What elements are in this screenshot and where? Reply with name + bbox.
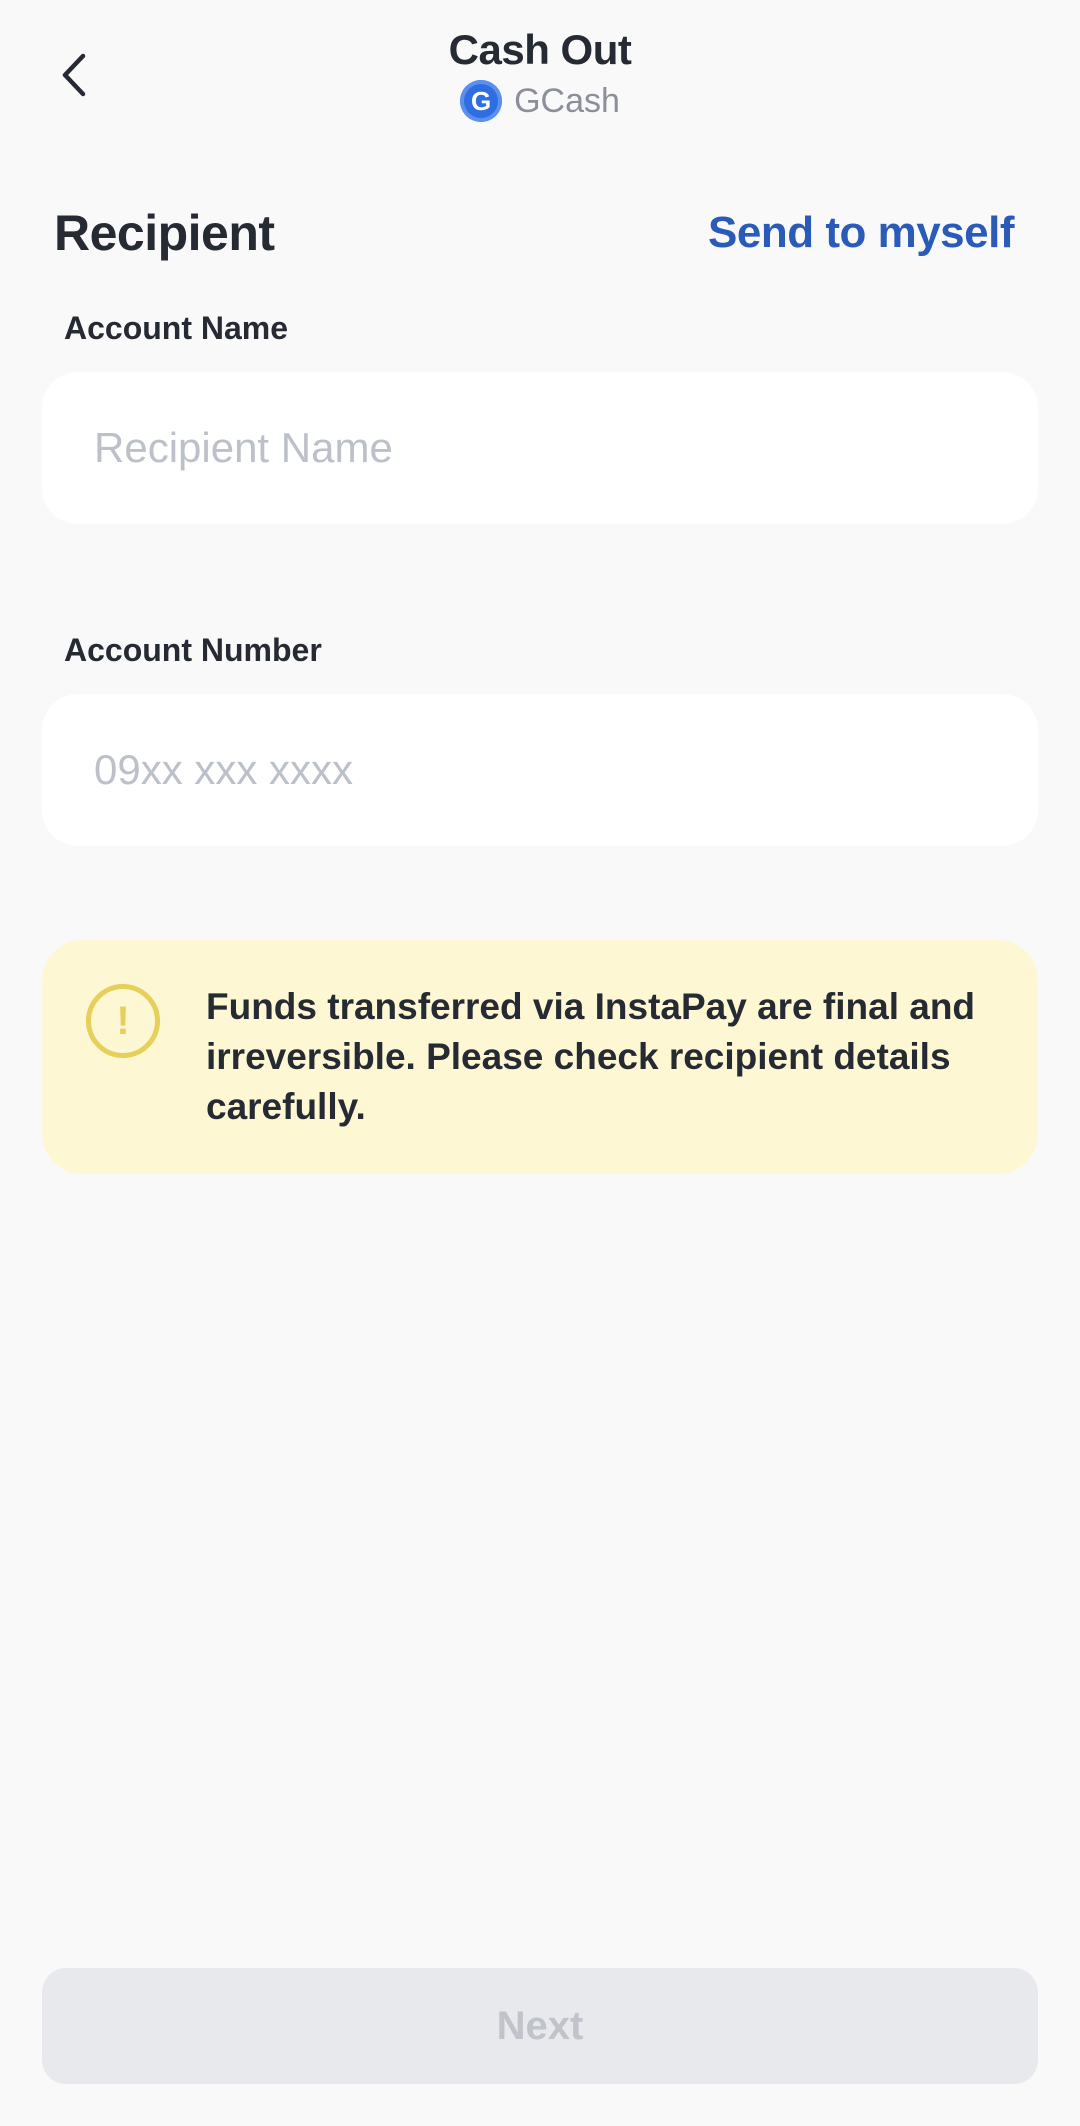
account-name-input[interactable] — [92, 423, 988, 473]
account-number-input[interactable] — [92, 745, 988, 795]
top-bar: Cash Out G GCash — [0, 0, 1080, 140]
page-title: Cash Out — [448, 26, 632, 73]
account-number-field[interactable] — [42, 694, 1038, 846]
warning-message: Funds transferred via InstaPay are final… — [206, 986, 976, 1127]
gcash-logo-icon: G — [460, 80, 503, 122]
account-name-field[interactable] — [42, 372, 1038, 524]
next-button[interactable]: Next — [42, 1968, 1038, 2084]
recipient-section-title: Recipient — [54, 205, 275, 261]
account-number-label: Account Number — [64, 632, 322, 668]
send-to-myself-link[interactable]: Send to myself — [708, 208, 1014, 258]
instapay-warning-banner: ! Funds transferred via InstaPay are fin… — [42, 940, 1038, 1174]
provider-name: GCash — [514, 81, 620, 120]
account-name-label: Account Name — [64, 310, 289, 346]
provider-subtitle: G GCash — [0, 80, 1080, 122]
exclamation-circle-icon: ! — [86, 984, 160, 1058]
